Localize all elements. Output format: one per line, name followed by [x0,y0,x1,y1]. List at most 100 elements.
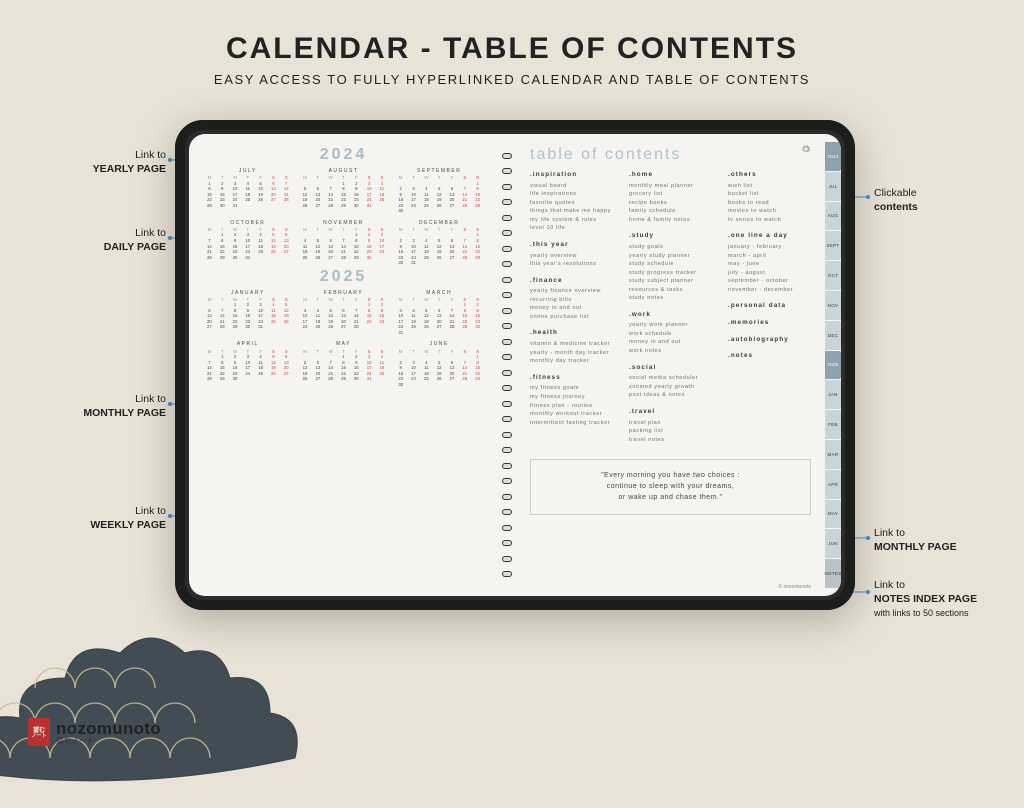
toc-item[interactable]: study progress tracker [629,269,712,278]
toc-item[interactable]: travel notes [629,436,712,445]
day-cell[interactable]: 30 [394,382,407,388]
year-title-2025[interactable]: 2025 [203,268,484,286]
day-cell[interactable]: 27 [324,255,337,261]
side-tab-notes[interactable]: NOTES [825,559,841,588]
toc-item[interactable]: life inspirations [530,190,613,199]
month-2025-01[interactable]: JANUARY MTWTFSS1234567891011121314151617… [203,290,293,336]
side-tab-mar[interactable]: MAR [825,440,841,469]
day-cell[interactable]: 24 [299,324,312,330]
toc-item[interactable]: level 10 life [530,224,613,233]
month-label[interactable]: JANUARY [203,290,293,296]
toc-item[interactable]: may - june [728,260,811,269]
day-cell[interactable]: 29 [337,203,350,209]
toc-item[interactable]: home & family notes [629,216,712,225]
day-cell[interactable]: 31 [407,260,420,266]
toc-item[interactable]: yearly study planner [629,252,712,261]
toc-item[interactable]: yearly work planner [629,321,712,330]
day-cell[interactable]: 30 [229,255,242,261]
day-cell[interactable]: 28 [324,376,337,382]
day-cell[interactable]: 28 [324,203,337,209]
day-cell[interactable]: 30 [229,376,242,382]
side-tab-jan[interactable]: JAN [825,380,841,409]
toc-item[interactable]: yearly finance overview [530,287,613,296]
day-cell[interactable]: 28 [203,376,216,382]
toc-item[interactable]: yearly - month day tracker [530,349,613,358]
year-title-2024[interactable]: 2024 [203,146,484,164]
toc-item[interactable]: work notes [629,347,712,356]
toc-item[interactable]: resources & tasks [629,286,712,295]
toc-heading[interactable]: .memories [728,318,811,328]
toc-heading[interactable]: .home [629,170,712,180]
side-tab-2024[interactable]: 2024 [825,142,841,171]
month-2024-09[interactable]: SEPTEMBER MTWTFSS12345678910111213141516… [394,168,484,214]
day-cell[interactable]: 31 [363,376,376,382]
side-tab-feb[interactable]: FEB [825,410,841,439]
toc-item[interactable]: study subject planner [629,277,712,286]
toc-heading[interactable]: .social [629,363,712,373]
toc-item[interactable]: monthly workout tracker [530,410,613,419]
toc-heading[interactable]: .fitness [530,373,613,383]
toc-item[interactable]: intermittent fasting tracker [530,419,613,428]
month-label[interactable]: FEBRUARY [299,290,389,296]
month-2025-02[interactable]: FEBRUARY MTWTFSS123456789101112131415161… [299,290,389,336]
toc-item[interactable]: study goals [629,243,712,252]
month-label[interactable]: MAY [299,341,389,347]
month-label[interactable]: APRIL [203,341,293,347]
toc-heading[interactable]: .work [629,310,712,320]
day-cell[interactable]: 29 [350,255,363,261]
day-cell[interactable]: 30 [363,255,376,261]
side-tab-aug[interactable]: AUG [825,202,841,231]
toc-item[interactable]: packing list [629,427,712,436]
toc-item[interactable]: post ideas & notes [629,391,712,400]
month-2024-12[interactable]: DECEMBER MTWTFSS123456789101112131415161… [394,220,484,266]
toc-heading[interactable]: .one line a day [728,231,811,241]
toc-item[interactable]: my fitness goals [530,384,613,393]
day-cell[interactable]: 30 [394,260,407,266]
toc-item[interactable]: books to read [728,199,811,208]
side-tab-jul[interactable]: JUL [825,172,841,201]
day-cell[interactable]: 31 [363,203,376,209]
day-cell[interactable]: 30 [350,376,363,382]
toc-item[interactable]: september - october [728,277,811,286]
side-tab-apr[interactable]: APR [825,470,841,499]
toc-item[interactable]: favorite quotes [530,199,613,208]
toc-item[interactable]: november - december [728,286,811,295]
month-label[interactable]: JULY [203,168,293,174]
side-tab-jun[interactable]: JUN [825,529,841,558]
toc-item[interactable]: study schedule [629,260,712,269]
toc-item[interactable]: money in and out [530,304,613,313]
day-cell[interactable]: 29 [216,376,229,382]
toc-item[interactable]: july - august [728,269,811,278]
month-label[interactable]: MARCH [394,290,484,296]
day-cell[interactable]: 25 [299,255,312,261]
toc-item[interactable]: this year's resolutions [530,260,613,269]
day-cell[interactable]: 26 [299,376,312,382]
month-2024-10[interactable]: OCTOBER MTWTFSS1234567891011121314151617… [203,220,293,266]
day-cell[interactable]: 29 [203,203,216,209]
toc-item[interactable]: my life system & rules [530,216,613,225]
day-cell[interactable]: 28 [203,255,216,261]
month-label[interactable]: DECEMBER [394,220,484,226]
day-cell[interactable]: 27 [311,203,324,209]
toc-heading[interactable]: .inspiration [530,170,613,180]
day-cell[interactable]: 29 [216,255,229,261]
side-tab-dec[interactable]: DEC [825,321,841,350]
toc-item[interactable]: visual board [530,182,613,191]
day-cell[interactable]: 28 [337,255,350,261]
day-cell[interactable]: 31 [254,324,267,330]
toc-heading[interactable]: .notes [728,351,811,361]
toc-heading[interactable]: .study [629,231,712,241]
toc-item[interactable]: monthly meal planner [629,182,712,191]
day-cell[interactable]: 29 [229,324,242,330]
day-cell[interactable]: 26 [311,255,324,261]
toc-item[interactable]: grocery list [629,190,712,199]
day-cell[interactable]: 31 [229,203,242,209]
toc-item[interactable]: monthly day tracker [530,357,613,366]
month-label[interactable]: JUNE [394,341,484,347]
toc-item[interactable]: family schedule [629,207,712,216]
month-label[interactable]: AUGUST [299,168,389,174]
toc-item[interactable]: bucket list [728,190,811,199]
toc-heading[interactable]: .autobiography [728,335,811,345]
toc-item[interactable]: travel plan [629,419,712,428]
toc-item[interactable]: money in and out [629,338,712,347]
